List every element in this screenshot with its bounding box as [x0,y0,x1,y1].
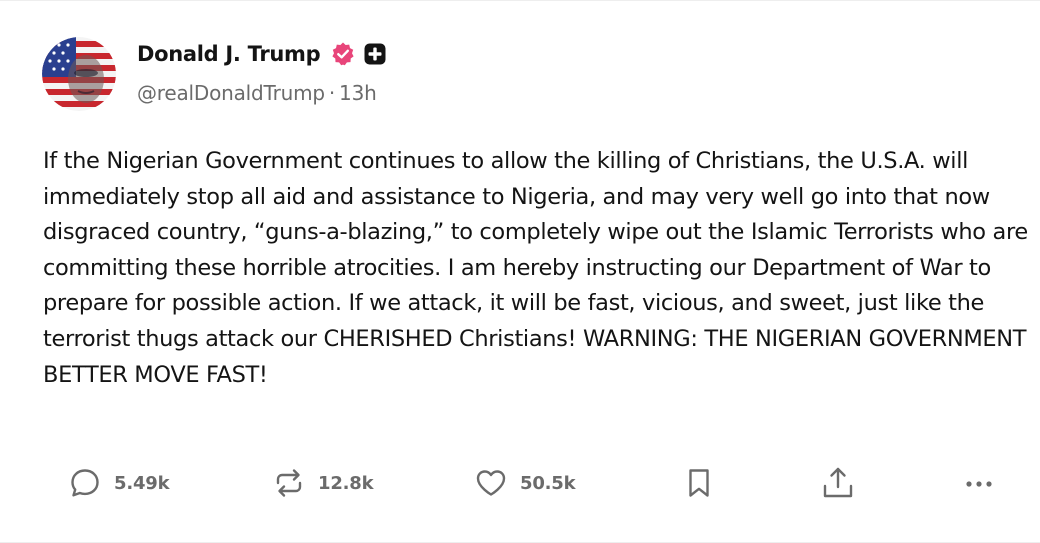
reply-count: 5.49k [114,472,170,494]
reply-icon [71,469,99,497]
bookmark-icon [689,469,709,497]
reply-button[interactable]: 5.49k [68,461,170,505]
plus-badge-icon [364,43,386,65]
repost-button[interactable]: 12.8k [272,461,374,505]
post-timestamp[interactable]: 13h [339,81,377,105]
post-card[interactable]: Donald J. Trump @realDonaldTrump · 13h If … [0,0,1040,543]
author-row: Donald J. Trump [137,37,386,71]
like-count: 50.5k [520,472,576,494]
author-meta: @realDonaldTrump · 13h [137,81,377,105]
heart-icon [476,470,506,496]
verified-badge-icon [330,41,356,67]
meta-separator: · [328,81,336,105]
more-options-button[interactable] [962,461,996,505]
avatar[interactable] [42,37,116,111]
post-actions-bar: 5.49k 12.8k 50.5k [0,461,1040,505]
bookmark-button[interactable] [682,461,716,505]
share-button[interactable] [820,461,856,505]
share-icon [823,467,853,498]
author-handle[interactable]: @realDonaldTrump [137,81,325,105]
author-display-name[interactable]: Donald J. Trump [137,42,321,66]
post-text: If the Nigerian Government continues to … [43,148,1028,388]
more-icon [966,481,992,487]
like-button[interactable]: 50.5k [474,461,576,505]
repost-icon [276,469,302,497]
avatar-image [42,37,116,111]
repost-count: 12.8k [318,472,374,494]
